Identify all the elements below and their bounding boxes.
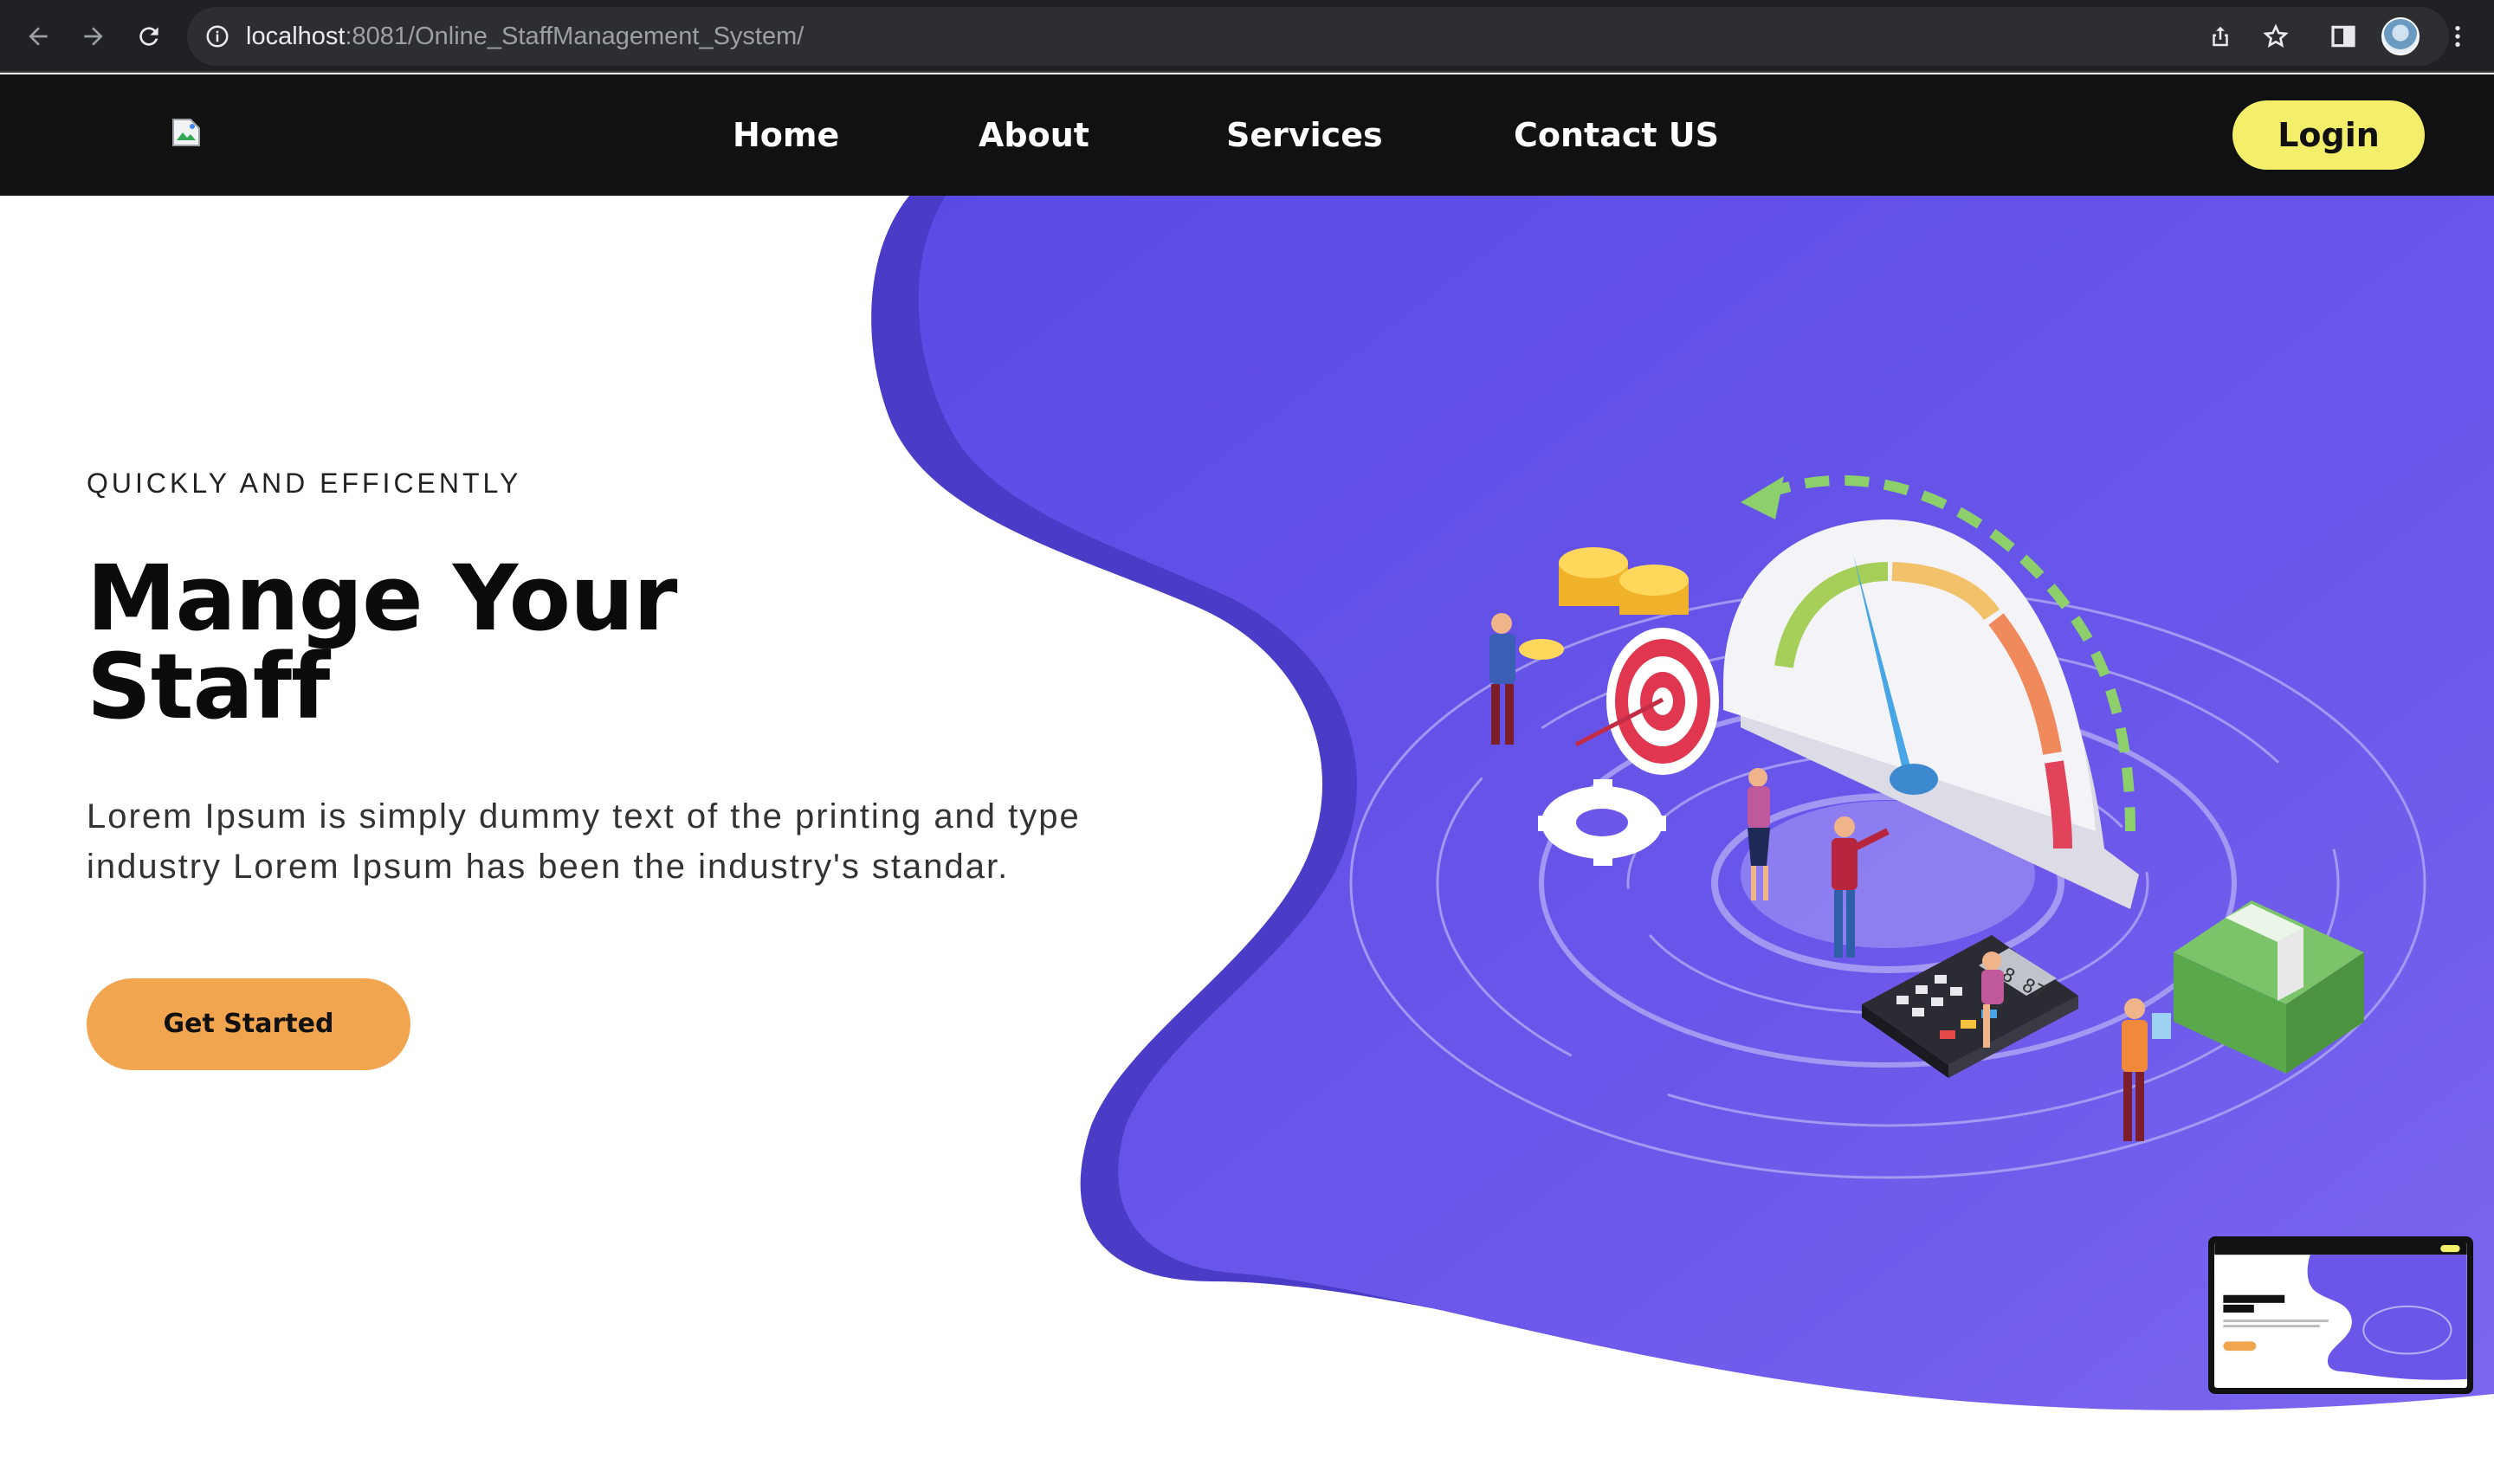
address-bar[interactable]: localhost:8081/Online_StaffManagement_Sy… [187, 7, 2449, 66]
back-arrow-icon[interactable] [17, 16, 59, 57]
target-icon [1574, 628, 1719, 775]
nav-about[interactable]: About [979, 109, 1089, 161]
login-button[interactable]: Login [2232, 100, 2425, 170]
nav-contact-us[interactable]: Contact US [1514, 109, 1719, 161]
nav-home[interactable]: Home [733, 109, 839, 161]
thumbnail-preview [2214, 1242, 2467, 1388]
person-icon-5 [2122, 998, 2171, 1141]
site-info-icon[interactable] [204, 23, 230, 54]
reload-icon[interactable] [128, 16, 170, 57]
arrow-head [1741, 476, 1784, 519]
profile-avatar[interactable] [2381, 17, 2420, 55]
nav-services[interactable]: Services [1226, 109, 1383, 161]
hero-illustration: 8 87 [1349, 474, 2426, 1179]
url-text: localhost:8081/Online_StaffManagement_Sy… [246, 23, 804, 50]
money-stack-icon [2174, 900, 2364, 1074]
screenshot-thumbnail[interactable] [2208, 1236, 2473, 1394]
hero-eyebrow: QUICKLY AND EFFICENTLY [87, 468, 522, 499]
calculator-icon: 8 87 [1862, 935, 2078, 1078]
bookmark-star-icon[interactable] [2255, 16, 2297, 57]
kebab-menu-icon[interactable] [2437, 16, 2478, 57]
broken-logo-image[interactable] [171, 118, 201, 147]
hero-title-line2: Staff [87, 634, 330, 739]
hero-description: Lorem Ipsum is simply dummy text of the … [87, 797, 1081, 886]
side-panel-icon[interactable] [2323, 16, 2364, 57]
person-icon-1 [1489, 613, 1515, 745]
gear-icon [1538, 779, 1666, 866]
share-icon[interactable] [2200, 16, 2241, 57]
browser-toolbar: localhost:8081/Online_StaffManagement_Sy… [0, 0, 2494, 73]
get-started-button[interactable]: Get Started [87, 978, 410, 1070]
site-header: Home About Services Contact US Login [0, 74, 2494, 196]
forward-arrow-icon[interactable] [73, 16, 114, 57]
hero-title: Mange Your Staff [87, 553, 745, 732]
